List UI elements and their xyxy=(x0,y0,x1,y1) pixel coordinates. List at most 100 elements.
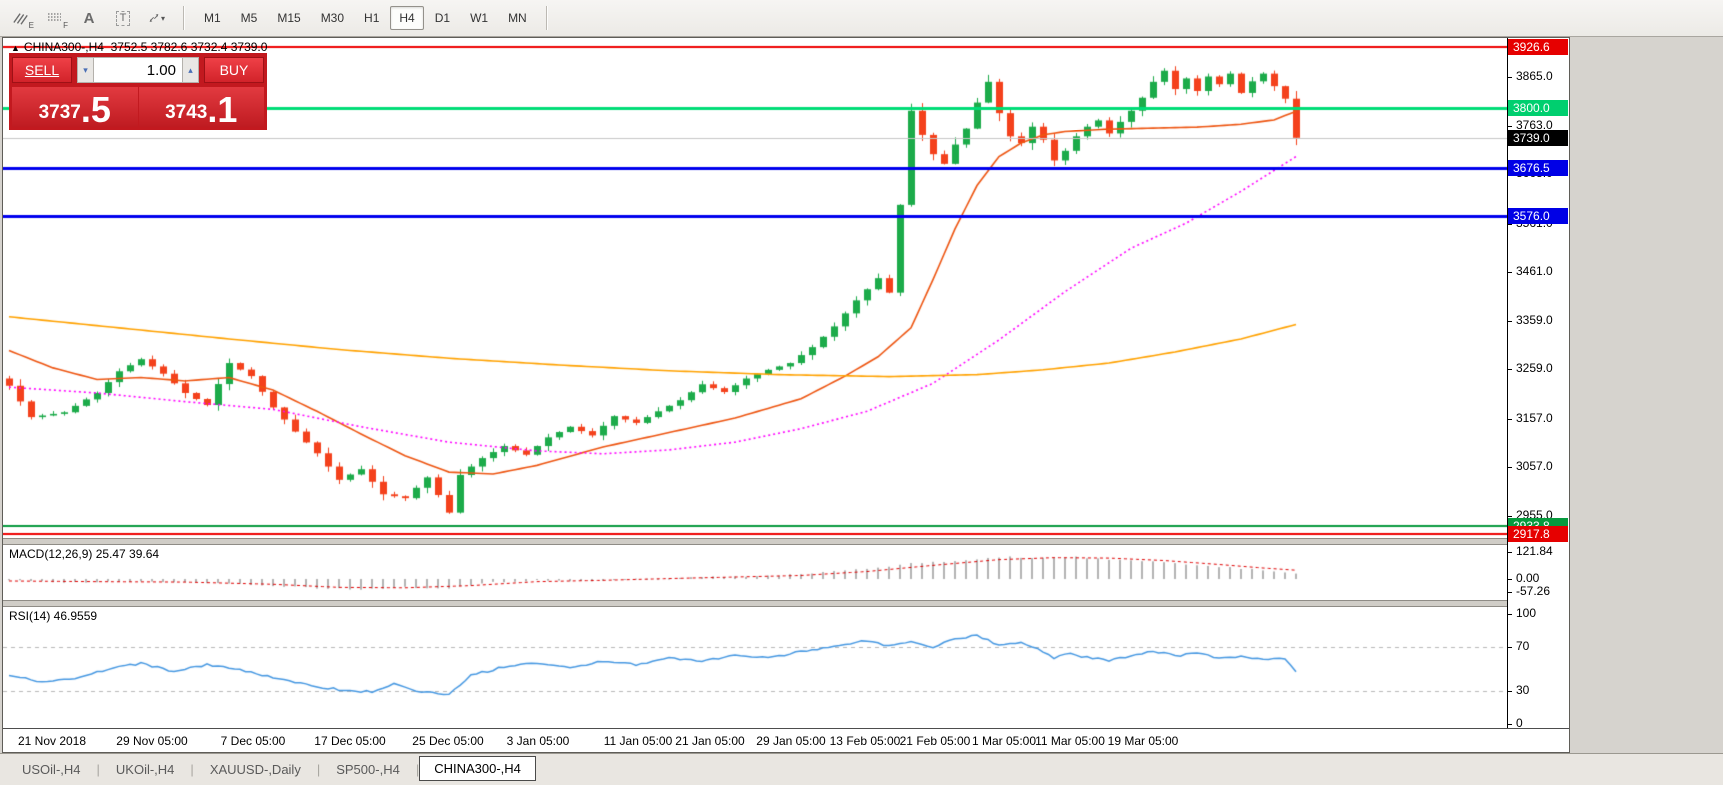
date-label: 29 Nov 05:00 xyxy=(116,734,187,748)
axis-tick-mark xyxy=(1508,691,1512,692)
trade-controls-row: SELL ▾ 1.00 ▴ BUY xyxy=(12,56,264,84)
axis-tick-mark xyxy=(1508,552,1512,553)
macd-tick-label: 121.84 xyxy=(1516,544,1553,558)
rsi-canvas[interactable] xyxy=(3,607,1507,728)
macd-canvas[interactable] xyxy=(3,545,1507,600)
macd-tick-label: 0.00 xyxy=(1516,571,1539,585)
time-axis[interactable]: 21 Nov 2018 29 Nov 05:00 7 Dec 05:00 17 Dec… xyxy=(3,728,1569,752)
date-label: 11 Mar 05:00 xyxy=(1035,734,1105,748)
price-tick-label: 3259.0 xyxy=(1516,361,1553,375)
timeframe-button-mn[interactable]: MN xyxy=(499,6,536,30)
date-label: 21 Feb 05:00 xyxy=(900,734,971,748)
price-tick-label: 3157.0 xyxy=(1516,411,1553,425)
one-click-trade-panel: SELL ▾ 1.00 ▴ BUY 3737.5 3743.1 xyxy=(9,53,267,130)
axis-tick-mark xyxy=(1508,224,1512,225)
chart-tab-ukoil-h4[interactable]: UKOil-,H4 xyxy=(100,758,191,781)
timeframe-button-m5[interactable]: M5 xyxy=(232,6,267,30)
volume-input[interactable]: 1.00 xyxy=(94,57,182,83)
timeframe-button-m30[interactable]: M30 xyxy=(312,6,353,30)
date-label: 29 Jan 05:00 xyxy=(756,734,825,748)
chart-tab-xauusd-daily[interactable]: XAUUSD-,Daily xyxy=(194,758,317,781)
price-tick-label: 3359.0 xyxy=(1516,313,1553,327)
axis-tick-mark xyxy=(1508,321,1512,322)
price-level-badge: 3926.6 xyxy=(1508,39,1568,55)
timeframe-button-d1[interactable]: D1 xyxy=(426,6,459,30)
double-arrow-icon xyxy=(149,11,159,25)
sell-price-frac: .5 xyxy=(81,94,111,126)
chart-tab-bar: USOil-,H4|UKOil-,H4|XAUUSD-,Daily|SP500-… xyxy=(0,753,1723,785)
timeframe-button-h1[interactable]: H1 xyxy=(355,6,388,30)
rsi-tick-label: 70 xyxy=(1516,639,1529,653)
axis-tick-mark xyxy=(1508,592,1512,593)
arrows-tool-icon[interactable]: ▾ xyxy=(142,5,172,31)
chart-tab-usoil-h4[interactable]: USOil-,H4 xyxy=(6,758,97,781)
buy-price-frac: .1 xyxy=(207,94,237,126)
toolbar-separator xyxy=(546,6,548,30)
axis-tick-mark xyxy=(1508,614,1512,615)
rsi-label: RSI(14) 46.9559 xyxy=(9,609,97,623)
volume-stepper: ▾ 1.00 ▴ xyxy=(77,57,199,83)
sell-price-main: 3737 xyxy=(39,100,81,126)
axis-tick-mark xyxy=(1508,272,1512,273)
toolbar-separator xyxy=(183,6,185,30)
date-label: 17 Dec 05:00 xyxy=(314,734,385,748)
buy-price[interactable]: 3743.1 xyxy=(139,87,265,127)
macd-panel: MACD(12,26,9) 25.47 39.64 xyxy=(3,545,1507,600)
panel-splitter[interactable] xyxy=(3,600,1569,607)
price-tick-label: 3057.0 xyxy=(1516,459,1553,473)
chart-tab-sp500-h4[interactable]: SP500-,H4 xyxy=(320,758,416,781)
trading-terminal: E F A T ▾ xyxy=(0,0,1723,785)
letter-t-icon: T xyxy=(116,11,131,26)
text-label-icon[interactable]: A xyxy=(74,5,104,31)
volume-increase-button[interactable]: ▴ xyxy=(182,57,199,83)
date-label: 21 Jan 05:00 xyxy=(675,734,744,748)
symbol-arrow-icon: ▲ xyxy=(11,43,20,53)
sell-button[interactable]: SELL xyxy=(12,57,72,83)
dotted-grid-icon xyxy=(47,12,63,25)
price-level-badge: 3739.0 xyxy=(1508,130,1568,146)
panel-splitter[interactable] xyxy=(3,538,1569,545)
axis-tick-mark xyxy=(1508,724,1512,725)
axis-tick-mark xyxy=(1508,647,1512,648)
price-level-badge: 3676.5 xyxy=(1508,160,1568,176)
date-label: 7 Dec 05:00 xyxy=(221,734,286,748)
price-tick-label: 3865.0 xyxy=(1516,69,1553,83)
text-box-icon[interactable]: T xyxy=(108,5,138,31)
icon-badge-e: E xyxy=(29,21,34,30)
timeframe-button-w1[interactable]: W1 xyxy=(461,6,497,30)
indicator-template-icon[interactable]: E xyxy=(6,5,36,31)
volume-decrease-button[interactable]: ▾ xyxy=(77,57,94,83)
axis-tick-mark xyxy=(1508,579,1512,580)
chevron-down-icon: ▾ xyxy=(161,14,165,23)
sell-price[interactable]: 3737.5 xyxy=(12,87,138,127)
macd-tick-label: -57.26 xyxy=(1516,584,1550,598)
date-label: 1 Mar 05:00 xyxy=(972,734,1036,748)
timeframe-button-h4[interactable]: H4 xyxy=(390,6,423,30)
date-label: 21 Nov 2018 xyxy=(18,734,86,748)
price-axis[interactable]: 3865.03763.03663.03561.03461.03359.03259… xyxy=(1507,38,1569,752)
rsi-tick-label: 100 xyxy=(1516,606,1536,620)
axis-tick-mark xyxy=(1508,369,1512,370)
date-label: 19 Mar 05:00 xyxy=(1108,734,1179,748)
drawing-tools-group: E F A T ▾ xyxy=(0,0,178,36)
price-level-badge: 2917.8 xyxy=(1508,526,1568,542)
axis-tick-mark xyxy=(1508,516,1512,517)
rsi-panel: RSI(14) 46.9559 xyxy=(3,607,1507,728)
grid-pattern-icon[interactable]: F xyxy=(40,5,70,31)
date-label: 25 Dec 05:00 xyxy=(412,734,483,748)
axis-tick-mark xyxy=(1508,126,1512,127)
timeframe-button-m15[interactable]: M15 xyxy=(268,6,309,30)
buy-button[interactable]: BUY xyxy=(204,57,264,83)
timeframe-button-m1[interactable]: M1 xyxy=(195,6,230,30)
axis-tick-mark xyxy=(1508,77,1512,78)
rsi-tick-label: 30 xyxy=(1516,683,1529,697)
axis-tick-mark xyxy=(1508,467,1512,468)
chart-tab-china300-h4[interactable]: CHINA300-,H4 xyxy=(419,756,536,781)
macd-label: MACD(12,26,9) 25.47 39.64 xyxy=(9,547,159,561)
icon-badge-f: F xyxy=(63,21,68,30)
axis-tick-mark xyxy=(1508,419,1512,420)
price-tick-label: 3461.0 xyxy=(1516,264,1553,278)
chart-ohlc-header: ▲CHINA300-,H4 3752.5 3782.6 3732.4 3739.… xyxy=(11,40,267,54)
timeframe-buttons-group: M1M5M15M30H1H4D1W1MN xyxy=(190,0,541,36)
date-label: 13 Feb 05:00 xyxy=(830,734,901,748)
